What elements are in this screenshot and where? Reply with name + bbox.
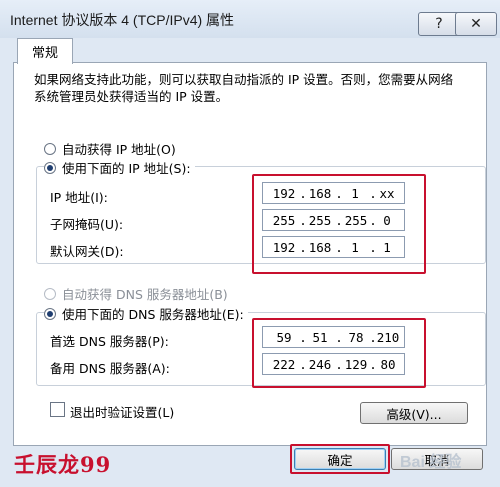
dns-manual-radio[interactable] (44, 307, 56, 320)
baidu-watermark: Bai 经验 (400, 454, 462, 471)
author-watermark: 壬辰龙99 (14, 452, 112, 477)
ip-manual-label: 使用下面的 IP 地址(S): (62, 161, 191, 176)
dns-auto-label: 自动获得 DNS 服务器地址(B) (62, 287, 228, 302)
ok-highlight-box (290, 444, 390, 474)
close-button[interactable]: ✕ (455, 12, 497, 36)
tab-general[interactable]: 常规 (17, 38, 73, 64)
title-bar: Internet 协议版本 4 (TCP/IPv4) 属性 ? ✕ (0, 0, 500, 38)
dns-manual-label: 使用下面的 DNS 服务器地址(E): (62, 307, 244, 322)
dns-auto-option[interactable]: 自动获得 DNS 服务器地址(B) (44, 284, 228, 303)
window-title: Internet 协议版本 4 (TCP/IPv4) 属性 (10, 12, 235, 28)
validate-checkbox[interactable] (50, 402, 65, 417)
ip-auto-radio[interactable] (44, 142, 56, 155)
ip-manual-radio[interactable] (44, 161, 56, 174)
ip-highlight-box (252, 174, 426, 274)
validate-label: 退出时验证设置(L) (70, 405, 175, 420)
preferred-dns-label: 首选 DNS 服务器(P): (50, 334, 169, 349)
advanced-button[interactable]: 高级(V)... (360, 402, 468, 424)
help-button[interactable]: ? (418, 12, 460, 36)
ip-auto-label: 自动获得 IP 地址(O) (62, 142, 176, 157)
alternate-dns-label: 备用 DNS 服务器(A): (50, 361, 170, 376)
intro-text: 如果网络支持此功能，则可以获取自动指派的 IP 设置。否则，您需要从网络系统管理… (34, 72, 454, 104)
gateway-label: 默认网关(D): (50, 244, 124, 259)
dns-auto-radio[interactable] (44, 287, 56, 300)
subnet-mask-label: 子网掩码(U): (50, 217, 124, 232)
general-panel: 如果网络支持此功能，则可以获取自动指派的 IP 设置。否则，您需要从网络系统管理… (13, 62, 487, 446)
dns-manual-option[interactable]: 使用下面的 DNS 服务器地址(E): (44, 304, 248, 323)
ip-address-label: IP 地址(I): (50, 190, 108, 205)
ip-auto-option[interactable]: 自动获得 IP 地址(O) (44, 139, 176, 158)
ip-manual-option[interactable]: 使用下面的 IP 地址(S): (44, 158, 195, 177)
dns-highlight-box (252, 318, 426, 388)
